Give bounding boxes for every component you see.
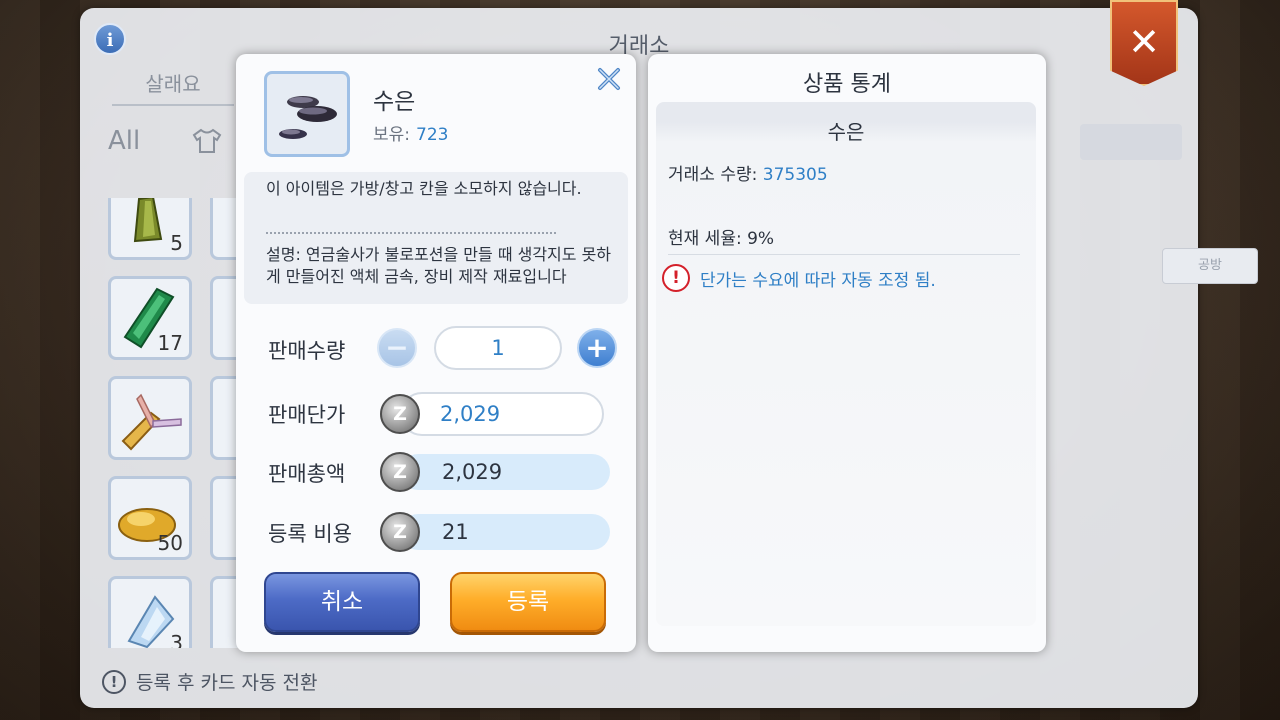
price-notice: ! 단가는 수요에 따라 자동 조정 됨. [662, 264, 936, 292]
header-strip [1080, 124, 1182, 160]
item-thumbnail [264, 71, 350, 157]
tax-rate-label: 현재 세율: [668, 229, 742, 249]
divider [266, 232, 556, 234]
tax-rate-value: 9% [747, 229, 775, 249]
owned-value: 723 [416, 125, 449, 145]
exclamation-icon: ! [102, 669, 126, 694]
price-notice-text: 단가는 수요에 따라 자동 조정 됨. [700, 270, 936, 291]
mercury-item-icon [279, 96, 337, 139]
inventory-slot[interactable]: 50 [108, 476, 192, 560]
description-text: 설명: 연금술사가 불로포션을 만들 때 생각지도 못하게 만들어진 액체 금속… [266, 245, 612, 286]
item-description[interactable]: 이 아이템은 가방/창고 칸을 소모하지 않습니다. 설명: 연금술사가 불로포… [244, 172, 628, 304]
filter-all[interactable]: All [108, 126, 140, 156]
register-button[interactable]: 등록 [450, 572, 606, 632]
close-icon: ✕ [1128, 20, 1160, 64]
inventory-slot[interactable] [108, 376, 192, 460]
inventory-grid: 5 17 50 3 [102, 198, 252, 648]
quantity-increase-button[interactable]: + [577, 328, 617, 368]
cancel-button[interactable]: 취소 [264, 572, 420, 632]
item-count: 50 [157, 531, 183, 555]
item-count: 3 [170, 631, 183, 648]
warning-icon: ! [662, 264, 690, 292]
item-stats-panel: 상품 통계 수은 거래소 수량: 375305 현재 세율: 9% ! 단가는 … [648, 54, 1046, 652]
quantity-decrease-button[interactable]: − [377, 328, 417, 368]
registration-fee-value: 21 [400, 514, 610, 550]
bottom-note-text: 등록 후 카드 자동 전환 [136, 672, 318, 694]
description-storage-note: 이 아이템은 가방/창고 칸을 소모하지 않습니다. [266, 179, 582, 198]
total-price-value: 2,029 [400, 454, 610, 490]
tax-rate: 현재 세율: 9% [668, 224, 774, 249]
total-price-label: 판매총액 [268, 462, 346, 486]
stats-item-name: 수은 [827, 120, 865, 144]
close-icon[interactable] [596, 66, 622, 92]
unit-price-label: 판매단가 [268, 403, 346, 427]
sell-dialog: 수은 보유: 723 이 아이템은 가방/창고 칸을 소모하지 않습니다. 설명:… [236, 54, 636, 652]
zeny-coin-icon: Z [380, 452, 420, 492]
inventory-slot[interactable]: 3 [108, 576, 192, 648]
tab-buy[interactable]: 살래요 [112, 64, 234, 106]
unit-price-input[interactable]: 2,029 [400, 392, 604, 436]
exchange-quantity-label: 거래소 수량: [668, 165, 758, 185]
quantity-input[interactable]: 1 [434, 326, 562, 370]
close-window-button[interactable]: ✕ [1110, 0, 1178, 86]
item-count: 17 [157, 331, 183, 355]
quantity-label: 판매수량 [268, 339, 346, 363]
registration-fee-label: 등록 비용 [268, 522, 352, 546]
exchange-quantity-value: 375305 [762, 165, 828, 185]
minus-icon: − [385, 331, 409, 364]
owned-label: 보유: [373, 125, 411, 145]
stats-title: 상품 통계 [803, 72, 891, 97]
bottom-note: ! 등록 후 카드 자동 전환 [102, 668, 317, 695]
zeny-coin-icon: Z [380, 512, 420, 552]
inventory-slot[interactable]: 17 [108, 276, 192, 360]
stats-content: 수은 거래소 수량: 375305 현재 세율: 9% [656, 102, 1036, 626]
inventory-slot[interactable]: 5 [108, 198, 192, 260]
item-count: 5 [170, 231, 183, 255]
plus-icon: + [585, 331, 609, 364]
shirt-icon[interactable] [192, 128, 222, 154]
side-button-workshop[interactable]: 공방 [1162, 248, 1258, 284]
wing-item-icon [121, 393, 182, 451]
divider [668, 254, 1020, 255]
exchange-quantity: 거래소 수량: 375305 [668, 160, 828, 185]
zeny-coin-icon: Z [380, 394, 420, 434]
item-name: 수은 [373, 89, 416, 115]
owned-count: 보유: 723 [373, 120, 448, 145]
